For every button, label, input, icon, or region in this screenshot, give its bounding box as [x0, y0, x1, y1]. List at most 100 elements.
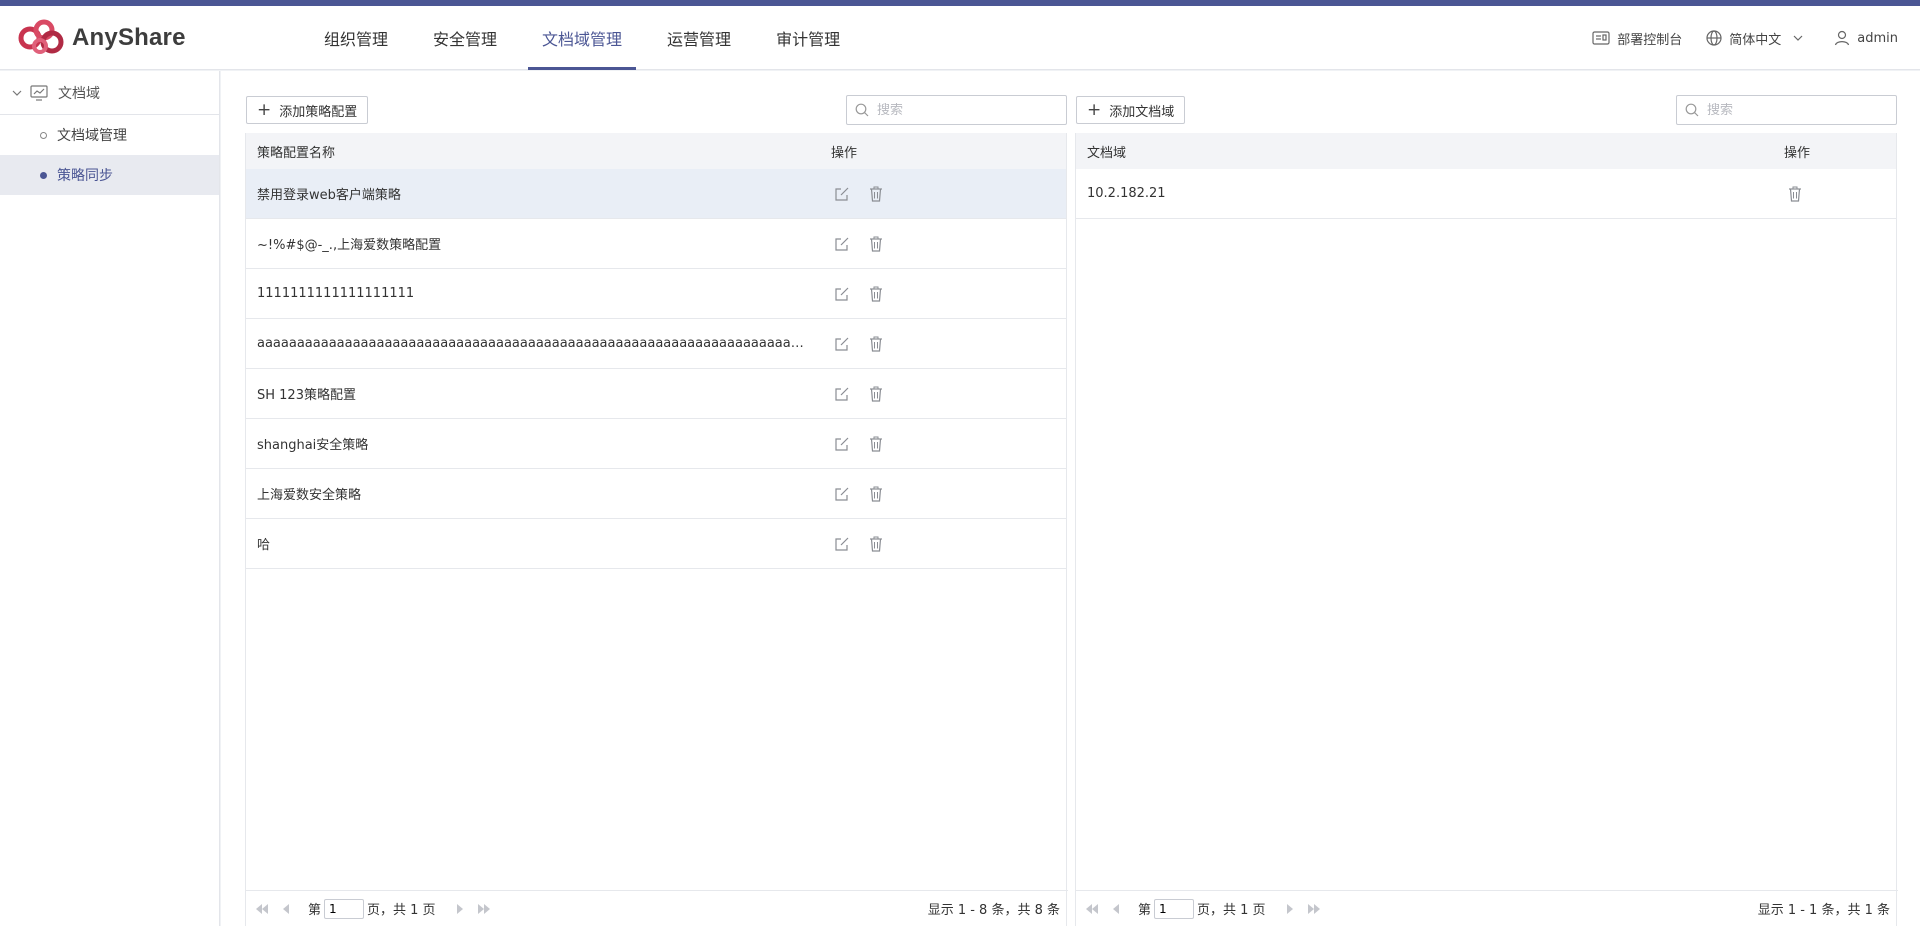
sidebar-item-label: 文档域管理 [57, 128, 127, 144]
domain-toolbar: + 添加文档域 [1075, 71, 1897, 133]
nav-audit-management[interactable]: 审计管理 [762, 6, 854, 70]
table-row[interactable]: 1111111111111111111 [246, 269, 1066, 319]
row-name: 1111111111111111111 [257, 286, 415, 301]
delete-icon[interactable] [867, 385, 885, 403]
last-page-icon[interactable] [476, 901, 492, 917]
table-row[interactable]: 上海爱数安全策略 [246, 469, 1066, 519]
sidebar-item-policy-sync[interactable]: 策略同步 [0, 155, 219, 195]
last-page-icon[interactable] [1306, 901, 1322, 917]
delete-icon[interactable] [1786, 185, 1804, 203]
page-number-input[interactable] [324, 898, 365, 919]
edit-icon[interactable] [833, 435, 851, 453]
plus-icon: + [1087, 99, 1102, 120]
next-page-icon[interactable] [1282, 901, 1298, 917]
header: AnyShare 组织管理 安全管理 文档域管理 运营管理 审计管理 部署控制台… [0, 6, 1920, 70]
table-row[interactable]: 10.2.182.21 [1076, 169, 1896, 219]
edit-icon[interactable] [833, 535, 851, 553]
table-row[interactable]: 禁用登录web客户端策略 [246, 169, 1066, 219]
doc-domain-icon [30, 84, 48, 101]
chevron-down-icon[interactable] [12, 90, 22, 96]
delete-icon[interactable] [867, 485, 885, 503]
edit-icon[interactable] [833, 285, 851, 303]
main-nav: 组织管理 安全管理 文档域管理 运营管理 审计管理 [310, 6, 871, 70]
table-body: 10.2.182.21 [1076, 169, 1896, 219]
language-selector[interactable]: 简体中文 [1706, 29, 1810, 48]
edit-icon[interactable] [833, 235, 851, 253]
nav-security-management[interactable]: 安全管理 [419, 6, 511, 70]
first-page-icon[interactable] [1084, 901, 1100, 917]
anyshare-logo-icon [18, 19, 64, 54]
table-row[interactable]: aaaaaaaaaaaaaaaaaaaaaaaaaaaaaaaaaaaaaaaa… [246, 319, 1066, 369]
policy-search-input[interactable] [877, 102, 1047, 118]
table-row[interactable]: ~!%#$@-_.,上海爱数策略配置 [246, 219, 1066, 269]
search-icon [1685, 103, 1699, 117]
language-label: 简体中文 [1729, 32, 1782, 48]
add-doc-domain-label: 添加文档域 [1109, 104, 1175, 120]
prev-page-icon[interactable] [1108, 901, 1124, 917]
delete-icon[interactable] [867, 235, 885, 253]
bullet-icon [40, 131, 47, 139]
table-row[interactable]: 哈 [246, 519, 1066, 569]
page-suffix: 页，共 1 页 [367, 903, 436, 918]
edit-icon[interactable] [833, 385, 851, 403]
deploy-console-link[interactable]: 部署控制台 [1592, 29, 1682, 48]
table-row[interactable]: SH 123策略配置 [246, 369, 1066, 419]
sidebar-item-label: 策略同步 [57, 168, 113, 184]
delete-icon[interactable] [867, 535, 885, 553]
sidebar: 文档域 文档域管理 策略同步 [0, 71, 220, 926]
row-name: 哈 [257, 538, 271, 553]
table-row[interactable]: shanghai安全策略 [246, 419, 1066, 469]
column-header-name: 策略配置名称 [257, 145, 336, 161]
sidebar-root-doc-domain[interactable]: 文档域 [0, 71, 219, 115]
row-name: ~!%#$@-_.,上海爱数策略配置 [257, 238, 442, 253]
pagination: 第 页，共 1 页 显示 1 - 1 条，共 1 条 [1076, 890, 1898, 926]
row-actions [833, 285, 901, 303]
edit-icon[interactable] [833, 335, 851, 353]
add-policy-config-button[interactable]: + 添加策略配置 [246, 96, 369, 124]
add-policy-config-label: 添加策略配置 [279, 104, 358, 120]
prev-page-icon[interactable] [278, 901, 294, 917]
page-number-input[interactable] [1154, 898, 1195, 919]
main-content: + 添加策略配置 策略配置名称 操作 禁用登录web客户端策略 ~!%#$@-_.… [221, 71, 1920, 926]
delete-icon[interactable] [867, 285, 885, 303]
doc-domain-panel: + 添加文档域 文档域 操作 10.2.182.21 第 页，共 1 页 [1075, 71, 1898, 926]
add-doc-domain-button[interactable]: + 添加文档域 [1076, 96, 1186, 124]
logo[interactable]: AnyShare [16, 18, 186, 58]
chevron-down-icon [1793, 35, 1803, 41]
page-suffix: 页，共 1 页 [1197, 903, 1266, 918]
row-actions [1786, 185, 1820, 203]
policy-config-table: 策略配置名称 操作 禁用登录web客户端策略 ~!%#$@-_.,上海爱数策略配置… [245, 133, 1068, 926]
sidebar-root-label: 文档域 [58, 85, 100, 102]
row-actions [833, 185, 901, 203]
page-prefix: 第 [308, 903, 322, 918]
column-header-ops: 操作 [1784, 145, 1811, 161]
column-header-name: 文档域 [1087, 145, 1127, 161]
nav-org-management[interactable]: 组织管理 [310, 6, 402, 70]
edit-icon[interactable] [833, 185, 851, 203]
first-page-icon[interactable] [254, 901, 270, 917]
next-page-icon[interactable] [452, 901, 468, 917]
row-name: shanghai安全策略 [257, 438, 369, 453]
edit-icon[interactable] [833, 485, 851, 503]
row-actions [833, 385, 901, 403]
user-menu[interactable]: admin [1834, 30, 1898, 46]
row-name: aaaaaaaaaaaaaaaaaaaaaaaaaaaaaaaaaaaaaaaa… [257, 336, 811, 351]
nav-doc-domain-management[interactable]: 文档域管理 [528, 6, 637, 70]
nav-operations-management[interactable]: 运营管理 [653, 6, 745, 70]
page-summary: 显示 1 - 1 条，共 1 条 [1757, 903, 1890, 918]
delete-icon[interactable] [867, 185, 885, 203]
domain-search-input[interactable] [1707, 102, 1877, 118]
pagination: 第 页，共 1 页 显示 1 - 8 条，共 8 条 [246, 890, 1068, 926]
domain-search-box [1676, 95, 1897, 125]
delete-icon[interactable] [867, 435, 885, 453]
globe-icon [1706, 30, 1722, 46]
row-name: 10.2.182.21 [1087, 186, 1166, 201]
table-header: 文档域 操作 [1076, 133, 1896, 169]
sidebar-item-doc-domain-management[interactable]: 文档域管理 [0, 115, 219, 155]
delete-icon[interactable] [867, 335, 885, 353]
bullet-icon [40, 171, 47, 179]
deploy-console-label: 部署控制台 [1617, 32, 1683, 48]
row-actions [833, 435, 901, 453]
row-name: 禁用登录web客户端策略 [257, 188, 401, 203]
row-actions [833, 485, 901, 503]
